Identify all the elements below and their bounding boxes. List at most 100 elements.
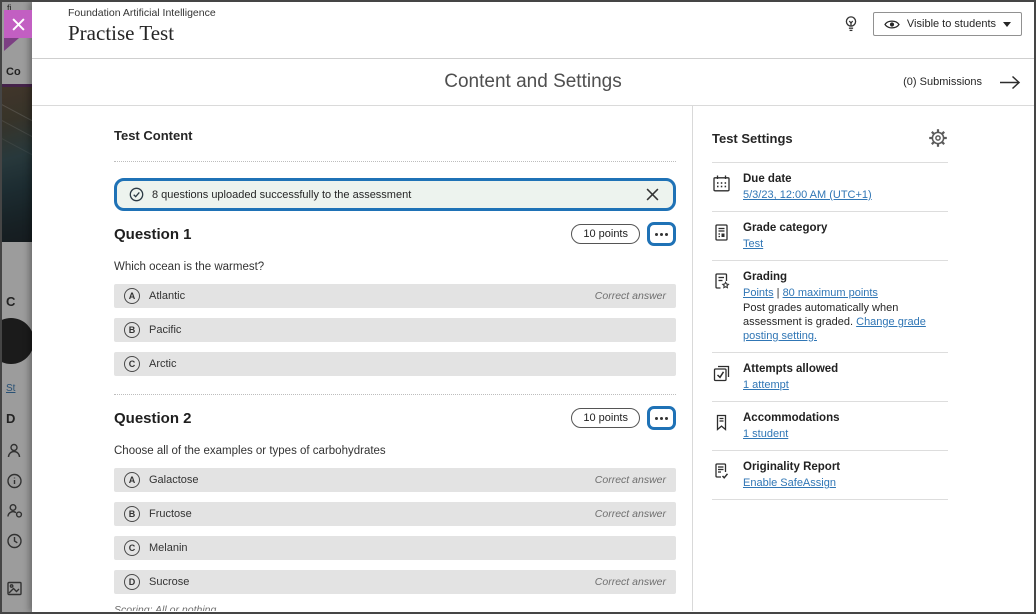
question-prompt: Which ocean is the warmest? [114,261,676,273]
settings-link[interactable]: Change grade posting setting. [743,316,926,342]
option-letter: A [124,472,140,488]
close-button-fold [4,38,19,51]
settings-item-title: Originality Report [743,461,840,473]
settings-item-text: Post grades automatically when assessmen… [743,301,948,343]
option-label: Fructose [149,508,192,520]
chevron-down-icon [1003,22,1011,27]
settings-item-title: Attempts allowed [743,363,838,375]
link-separator: | [774,287,783,299]
test-content-heading: Test Content [114,128,676,143]
ellipsis-dot [655,233,658,236]
visibility-dropdown-button[interactable]: Visible to students [873,12,1022,36]
subheader-bar: Content and Settings (0) Submissions [32,59,1034,106]
option-letter: A [124,288,140,304]
question-block: Question 210 pointsChoose all of the exa… [114,406,676,611]
settings-item-title: Grade category [743,222,827,234]
settings-item: Originality Report Enable SafeAssign [712,451,948,500]
settings-item: Attempts allowed 1 attempt [712,353,948,402]
option-letter: D [124,574,140,590]
correct-answer-label: Correct answer [595,576,666,588]
attempts-icon [712,363,731,392]
correct-answer-label: Correct answer [595,474,666,486]
settings-item-title: Due date [743,173,872,185]
settings-item-body: Due date 5/3/23, 12:00 AM (UTC+1) [743,173,872,202]
settings-link[interactable]: 1 student [743,428,788,440]
submissions-link[interactable]: (0) Submissions [903,76,982,88]
settings-link[interactable]: Enable SafeAssign [743,477,836,489]
alert-message: 8 questions uploaded successfully to the… [152,189,411,201]
settings-gear-button[interactable] [928,128,948,148]
settings-item: Due date 5/3/23, 12:00 AM (UTC+1) [712,163,948,212]
settings-link[interactable]: 1 attempt [743,379,789,391]
ellipsis-dot [665,417,668,420]
check-circle-icon [129,187,144,202]
scoring-note: Scoring: All or nothing [114,604,676,611]
settings-link[interactable]: 5/3/23, 12:00 AM (UTC+1) [743,189,872,201]
panel-header: Foundation Artificial Intelligence Pract… [32,2,1034,59]
points-pill-button[interactable]: 10 points [571,408,640,428]
next-page-arrow-button[interactable] [998,74,1022,91]
correct-answer-label: Correct answer [595,508,666,520]
correct-answer-label: Correct answer [595,290,666,302]
close-panel-button[interactable] [4,10,32,38]
option-label: Pacific [149,324,181,336]
option-label: Arctic [149,358,177,370]
option-letter: C [124,540,140,556]
lightbulb-icon [843,15,859,33]
ellipsis-dot [660,417,663,420]
settings-link[interactable]: Points [743,287,774,299]
ellipsis-dot [665,233,668,236]
answer-option-row: BPacific [114,318,676,342]
more-options-button[interactable] [647,406,676,430]
settings-item-links: Enable SafeAssign [743,476,840,490]
settings-item-links: Points | 80 maximum points [743,286,948,300]
tab-content-and-settings: Content and Settings [444,71,621,93]
accommodations-icon [712,412,731,441]
close-icon [12,18,25,31]
questions-list: Question 1 10 points Which ocean is the wa… [114,222,676,611]
settings-item: Grade category Test [712,212,948,261]
option-label: Sucrose [149,576,189,588]
option-label: Melanin [149,542,188,554]
eye-icon [884,19,900,30]
settings-item-body: Accommodations1 student [743,412,840,441]
option-label: Atlantic [149,290,185,302]
settings-item-links: 1 student [743,427,840,441]
answer-option-row: CArctic [114,352,676,376]
settings-item-links: 5/3/23, 12:00 AM (UTC+1) [743,188,872,202]
settings-item-body: Grade category Test [743,222,827,251]
background-course-page-strip: fi Co C St D [2,2,32,612]
question-title: Question 2 [114,410,192,427]
question-title: Question 1 [114,226,192,243]
question-header: Question 1 10 points [114,222,676,246]
ellipsis-dot [655,417,658,420]
settings-item-body: Attempts allowed 1 attempt [743,363,838,392]
points-pill-button[interactable]: 10 points [571,224,640,244]
close-icon [646,188,659,201]
answer-option-row: A Galactose Correct answer [114,468,676,492]
test-settings-column: Test Settings Due date5/3/23, 12:00 AM (… [693,106,1034,611]
option-letter: B [124,506,140,522]
test-content-column: Test Content 8 questions uploaded succes… [32,106,693,611]
dotted-divider [114,161,676,162]
arrow-right-icon [998,74,1022,91]
settings-item-links: Test [743,237,827,251]
more-options-button[interactable] [647,222,676,246]
answer-option-row: B Fructose Correct answer [114,502,676,526]
blackboard-test-editor-window: fi Co C St D Foundation Artificial Intel… [0,0,1036,614]
settings-link[interactable]: Test [743,238,763,250]
option-label: Galactose [149,474,199,486]
dotted-divider [114,394,676,395]
settings-item-links: 1 attempt [743,378,838,392]
settings-item-title: Grading [743,271,948,283]
visibility-label: Visible to students [907,18,996,30]
settings-link[interactable]: 80 maximum points [783,287,878,299]
grade-category-icon [712,222,731,251]
settings-list: Due date 5/3/23, 12:00 AM (UTC+1) Grade ca… [712,163,948,500]
help-tips-button[interactable] [843,15,859,33]
alert-close-button[interactable] [644,186,661,203]
answer-option-row: C Melanin [114,536,676,560]
gear-icon [928,128,948,148]
settings-item: Accommodations1 student [712,402,948,451]
settings-item-body: Originality Report Enable SafeAssign [743,461,840,490]
